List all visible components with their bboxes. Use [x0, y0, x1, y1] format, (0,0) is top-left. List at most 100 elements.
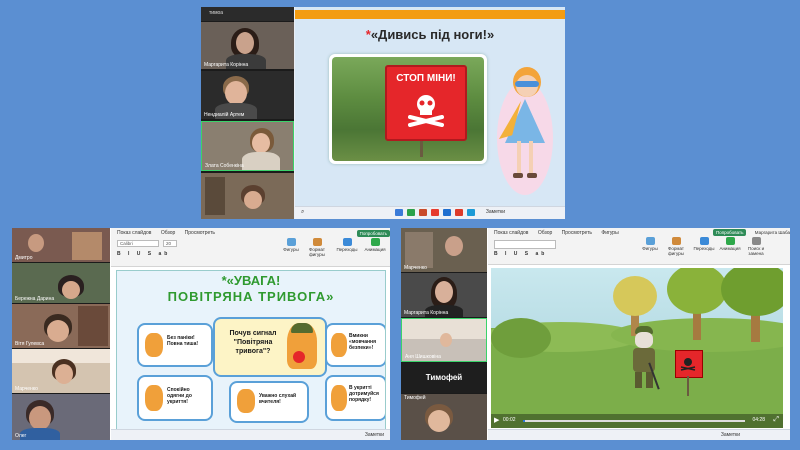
- air-raid-slide: *«УВАГА! ПОВІТРЯНА ТРИВОГА» Без паніки! …: [116, 270, 386, 430]
- participant-tile[interactable]: Злата Собенкіна: [201, 121, 294, 171]
- play-icon[interactable]: ▶: [494, 416, 499, 424]
- cat-icon: [331, 385, 347, 411]
- participant-tile[interactable]: Маргарита Корінна: [401, 273, 487, 317]
- participant-name: Тимофей: [404, 395, 426, 401]
- card-text: Спокійно одягни до укриття!: [167, 387, 192, 405]
- video-player[interactable]: ▶ 00:02 04:28 ⤢: [491, 268, 783, 428]
- tree: [721, 268, 783, 342]
- ribbon-menu: Показ слайдов Обзор Просмотреть Фигуры: [494, 230, 627, 236]
- font-name-select[interactable]: Calibri: [117, 240, 159, 247]
- card: Уважно слухай вчителя!: [229, 381, 309, 423]
- participant-tile[interactable]: Тимофей: [401, 394, 487, 440]
- transitions-button[interactable]: Переходы: [692, 237, 716, 251]
- animations-button[interactable]: Анимация: [718, 237, 742, 251]
- panel-header: тимоа: [201, 7, 294, 21]
- menu-slideshow[interactable]: Показ слайдов: [494, 230, 528, 236]
- participant-tile[interactable]: Марченко: [12, 349, 110, 393]
- participant-tile[interactable]: Нендиалій Артем: [201, 71, 294, 119]
- windows-taskbar: ⌕ Заметки: [295, 206, 565, 219]
- format-buttons[interactable]: B I U S ab: [117, 251, 170, 257]
- menu-view[interactable]: Просмотреть: [185, 230, 215, 236]
- tree: [667, 268, 727, 340]
- notes-label[interactable]: Заметки: [365, 432, 384, 438]
- participant-tile[interactable]: [201, 173, 294, 219]
- participant-name: Марченко: [15, 386, 38, 392]
- top-screenshot: тимоа Маргарита Корінна Нендиалій Артем …: [201, 7, 565, 219]
- card: Без паніки! Повна тиша!: [137, 323, 213, 367]
- participant-name: Маргарита Корінна: [404, 310, 449, 316]
- superhero-girl-illustration: [491, 61, 559, 201]
- find-replace-button[interactable]: Поиск и замена: [744, 237, 768, 256]
- cat-soldier-icon: [287, 323, 317, 369]
- participant-panel: Дмитро Бережна Дарина Вітя Гулевса Марче…: [12, 228, 110, 440]
- participant-tile[interactable]: Аня Шишковіна: [401, 318, 487, 362]
- video-progress-track[interactable]: [523, 420, 745, 422]
- participant-tile[interactable]: Дмитро: [12, 228, 110, 262]
- participant-name: Бережна Дарина: [15, 296, 55, 302]
- sign-text: СТОП МІНИ!: [396, 73, 456, 84]
- participant-panel: тимоа Маргарита Корінна Нендиалій Артем …: [201, 7, 294, 219]
- participant-tile[interactable]: Маргарита Корінна: [201, 22, 294, 69]
- animations-button[interactable]: Анимация: [363, 238, 387, 252]
- menu-review[interactable]: Обзор: [161, 230, 175, 236]
- time-total: 04:28: [752, 417, 765, 423]
- mine-warning-sign: [675, 350, 703, 396]
- video-progress-fill: [523, 420, 526, 422]
- participant-name: Вітя Гулевса: [15, 341, 45, 347]
- title-text: «Дивись під ноги!»: [370, 27, 495, 42]
- participant-tile[interactable]: Олег: [12, 394, 110, 440]
- menu-review[interactable]: Обзор: [538, 230, 552, 236]
- notes-label[interactable]: Заметки: [721, 432, 740, 438]
- format-buttons[interactable]: B I U S ab: [494, 251, 547, 257]
- font-size-select[interactable]: 20: [163, 240, 177, 247]
- cat-icon: [331, 333, 347, 357]
- menu-view[interactable]: Просмотреть: [562, 230, 592, 236]
- status-bar: Заметки: [488, 429, 790, 440]
- time-elapsed: 00:02: [503, 417, 516, 423]
- center-card: Почув сигнал "Повітряна тривога"?: [213, 317, 327, 377]
- participant-tile[interactable]: Марченко: [401, 228, 487, 272]
- search-icon[interactable]: ⌕: [301, 209, 304, 216]
- transitions-button[interactable]: Переходы: [335, 238, 359, 252]
- center-card-text: Почув сигнал "Повітряна тривога"?: [229, 330, 277, 356]
- menu-slideshow[interactable]: Показ слайдов: [117, 230, 151, 236]
- user-name[interactable]: Маргарита Шаба: [755, 230, 790, 235]
- participant-big-name: Тимофей: [425, 373, 463, 382]
- shape-format-button[interactable]: Формат фигуры: [664, 237, 688, 256]
- card: В укритті дотримуйся порядку!: [325, 375, 385, 421]
- bottom-left-screenshot: Дмитро Бережна Дарина Вітя Гулевса Марче…: [12, 228, 390, 440]
- try-badge[interactable]: Попробовать: [713, 229, 747, 236]
- orange-bar: [295, 10, 565, 19]
- participant-panel: Марченко Маргарита Корінна Аня Шишковіна…: [401, 228, 487, 440]
- ribbon-toolbar: Показ слайдов Обзор Просмотреть Фигуры B…: [488, 228, 790, 265]
- participant-tile-name-only[interactable]: Тимофей: [401, 363, 487, 393]
- cat-icon: [237, 389, 255, 413]
- participant-name: Злата Собенкіна: [205, 163, 244, 169]
- participant-name: Нендиалій Артем: [204, 112, 245, 118]
- ribbon-menu: Показ слайдов Обзор Просмотреть: [117, 230, 223, 236]
- bottom-right-screenshot: Марченко Маргарита Корінна Аня Шишковіна…: [401, 228, 790, 440]
- participant-name: Марченко: [404, 265, 427, 271]
- card-text: Уважно слухай вчителя!: [259, 393, 297, 405]
- participant-name: Аня Шишковіна: [405, 354, 441, 360]
- notes-label[interactable]: Заметки: [486, 209, 505, 215]
- skull-icon: [680, 358, 696, 371]
- shapes-button[interactable]: Фигуры: [279, 238, 303, 252]
- card-text: Вмикни «мовчання безпеки»!: [349, 333, 376, 351]
- shape-format-button[interactable]: Формат фигуры: [305, 238, 329, 257]
- menu-shapes[interactable]: Фигуры: [601, 230, 618, 236]
- try-badge[interactable]: Попробовать: [356, 230, 390, 237]
- video-controls: ▶ 00:02 04:28 ⤢: [491, 414, 783, 428]
- cat-icon: [145, 333, 163, 357]
- skull-icon: [408, 95, 444, 127]
- card: Вмикни «мовчання безпеки»!: [325, 323, 385, 367]
- mine-sign-photo: СТОП МІНИ!: [329, 54, 487, 164]
- participant-tile[interactable]: Бережна Дарина: [12, 263, 110, 303]
- status-bar: Заметки: [111, 429, 390, 440]
- shapes-button[interactable]: Фигуры: [638, 237, 662, 251]
- font-controls[interactable]: [494, 240, 556, 249]
- stop-mines-sign: СТОП МІНИ!: [385, 65, 467, 141]
- fullscreen-icon[interactable]: ⤢: [773, 416, 779, 424]
- participant-tile[interactable]: Вітя Гулевса: [12, 304, 110, 348]
- soldier-cat-character: [627, 326, 661, 392]
